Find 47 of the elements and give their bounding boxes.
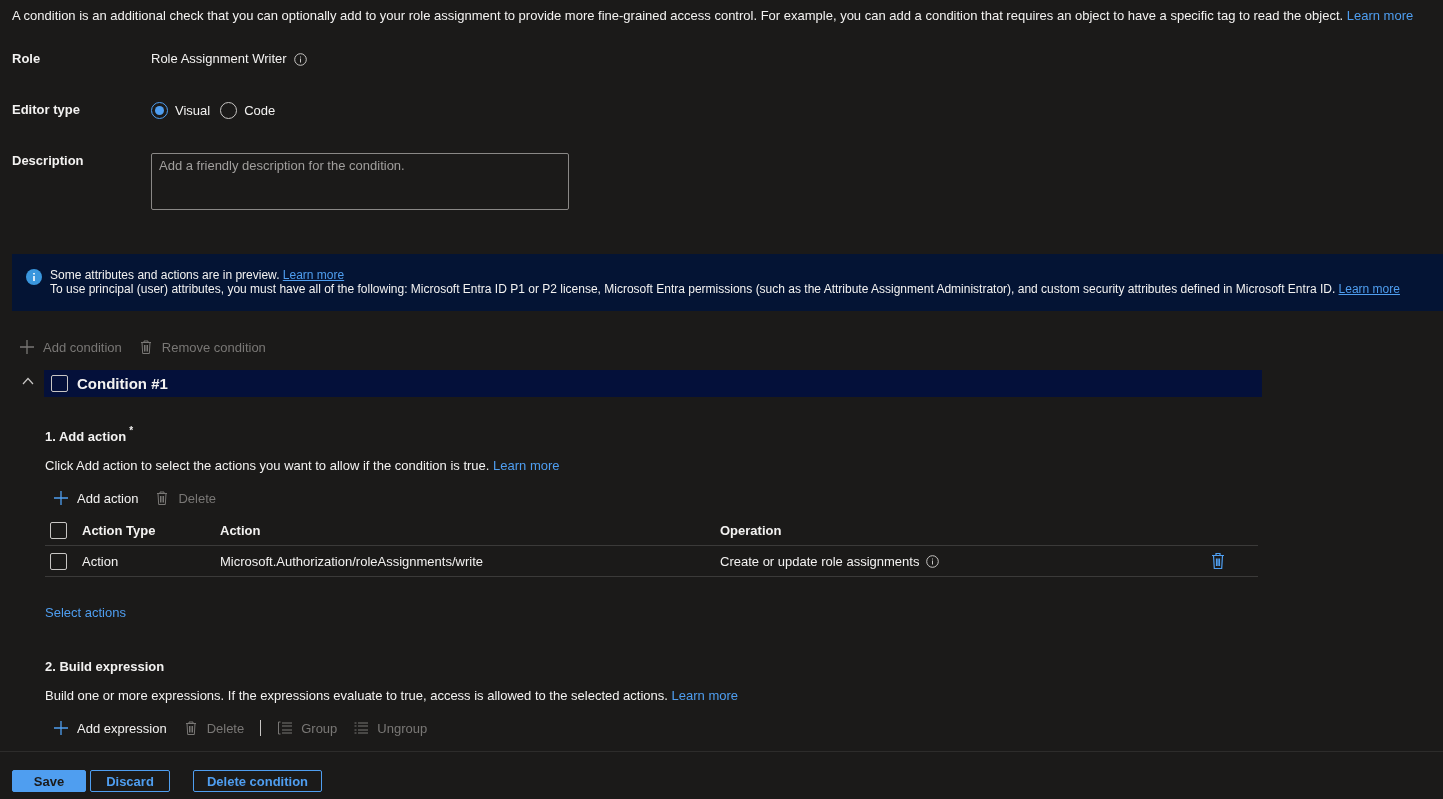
column-header: Action Type <box>82 522 157 538</box>
select-actions-link[interactable]: Select actions <box>45 605 126 621</box>
intro-text: A condition is an additional check that you can optionally add to your role assignment to provide more fine-grained access control. For example, you can add a condition that requires an object to have a specific tag to read the object. Learn more <box>12 8 1415 24</box>
table-cell: Action <box>82 553 119 569</box>
condition-title: Condition #1 <box>77 375 168 392</box>
list-icon <box>353 720 370 736</box>
section-description: Build one or more expressions. If the expressions evaluate to true, access is allowed to the selected actions. Learn more <box>45 688 738 704</box>
chevron-icon[interactable] <box>22 376 34 385</box>
description-field[interactable]: Add a friendly description for the condition. <box>151 153 569 210</box>
learn-more-link[interactable]: Learn more <box>493 458 560 473</box>
column-header: Action <box>220 522 262 538</box>
radio-option[interactable]: Code <box>220 102 276 119</box>
field-label: Role <box>12 51 42 67</box>
delete-row-button[interactable] <box>1210 552 1226 570</box>
plus-icon <box>53 490 69 506</box>
required-mark: * <box>129 424 134 438</box>
role-value: Role Assignment Writer <box>151 51 287 67</box>
info-icon <box>926 554 940 568</box>
section-heading: 1. Add action <box>45 429 127 445</box>
plus-icon <box>19 339 35 355</box>
section-heading: 2. Build expression <box>45 659 165 675</box>
group-icon <box>277 720 294 736</box>
banner-text: Some attributes and actions are in preview. Learn more <box>50 268 346 282</box>
radio-option[interactable]: Visual <box>151 102 211 119</box>
footer-button[interactable]: Delete condition <box>193 770 322 792</box>
info-icon <box>293 52 307 66</box>
field-label: Description <box>12 153 85 169</box>
column-header: Operation <box>720 522 783 538</box>
learn-more-link[interactable]: Learn more <box>1338 282 1400 296</box>
learn-more-link[interactable]: Learn more <box>1346 8 1414 23</box>
add-button[interactable]: Add action <box>53 488 139 508</box>
add-button[interactable]: Add expression <box>53 718 167 738</box>
table-cell: Microsoft.Authorization/roleAssignments/write <box>220 553 483 569</box>
table-cell: Create or update role assignments <box>720 553 920 569</box>
learn-more-link[interactable]: Learn more <box>671 688 738 703</box>
banner-text: To use principal (user) attributes, you must have all of the following: Microsoft Entra ID P1 or P2 license, Microsoft Entra permissions (such as the Attribute Assignment Administrator), and custom security attributes defined in Microsoft Entra ID. Learn more <box>50 282 1400 296</box>
learn-more-link[interactable]: Learn more <box>282 268 345 282</box>
footer-button[interactable]: Discard <box>90 770 170 792</box>
field-label: Editor type <box>12 102 81 118</box>
trash-icon <box>1210 552 1226 570</box>
plus-icon <box>53 720 69 736</box>
checkbox[interactable] <box>51 375 68 392</box>
info-icon <box>26 269 42 285</box>
save-button[interactable]: Save <box>12 770 86 792</box>
section-description: Click Add action to select the actions you want to allow if the condition is true. Learn more <box>45 458 560 474</box>
checkbox[interactable] <box>50 552 67 570</box>
checkbox[interactable] <box>50 521 67 539</box>
